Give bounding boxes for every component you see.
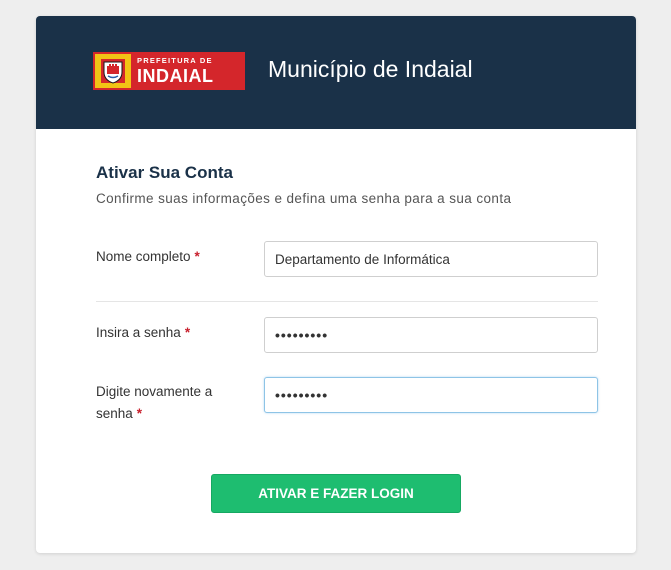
required-mark: * bbox=[136, 406, 143, 421]
password-confirm-input[interactable] bbox=[264, 377, 598, 413]
coat-of-arms-icon bbox=[95, 54, 131, 88]
required-mark: * bbox=[184, 325, 191, 340]
activation-card: PREFEITURA DE INDAIAL Município de Indai… bbox=[36, 16, 636, 553]
page-title: Município de Indaial bbox=[268, 56, 473, 82]
activate-and-login-button[interactable]: ATIVAR E FAZER LOGIN bbox=[211, 474, 461, 513]
divider bbox=[96, 301, 598, 302]
password-confirm-field-label: Digite novamente a senha * bbox=[96, 384, 213, 421]
full-name-input[interactable] bbox=[264, 241, 598, 277]
logo-small-text: PREFEITURA DE bbox=[137, 56, 213, 66]
prefeitura-logo: PREFEITURA DE INDAIAL bbox=[93, 52, 245, 90]
form-title: Ativar Sua Conta bbox=[96, 163, 233, 182]
required-mark: * bbox=[194, 249, 200, 264]
password-field-label: Insira a senha * bbox=[96, 325, 191, 340]
form-subtitle: Confirme suas informações e defina uma s… bbox=[96, 191, 512, 206]
password-input[interactable] bbox=[264, 317, 598, 353]
header-bar: PREFEITURA DE INDAIAL Município de Indai… bbox=[36, 16, 636, 129]
name-field-label: Nome completo * bbox=[96, 249, 200, 264]
logo-big-text: INDAIAL bbox=[137, 65, 214, 86]
